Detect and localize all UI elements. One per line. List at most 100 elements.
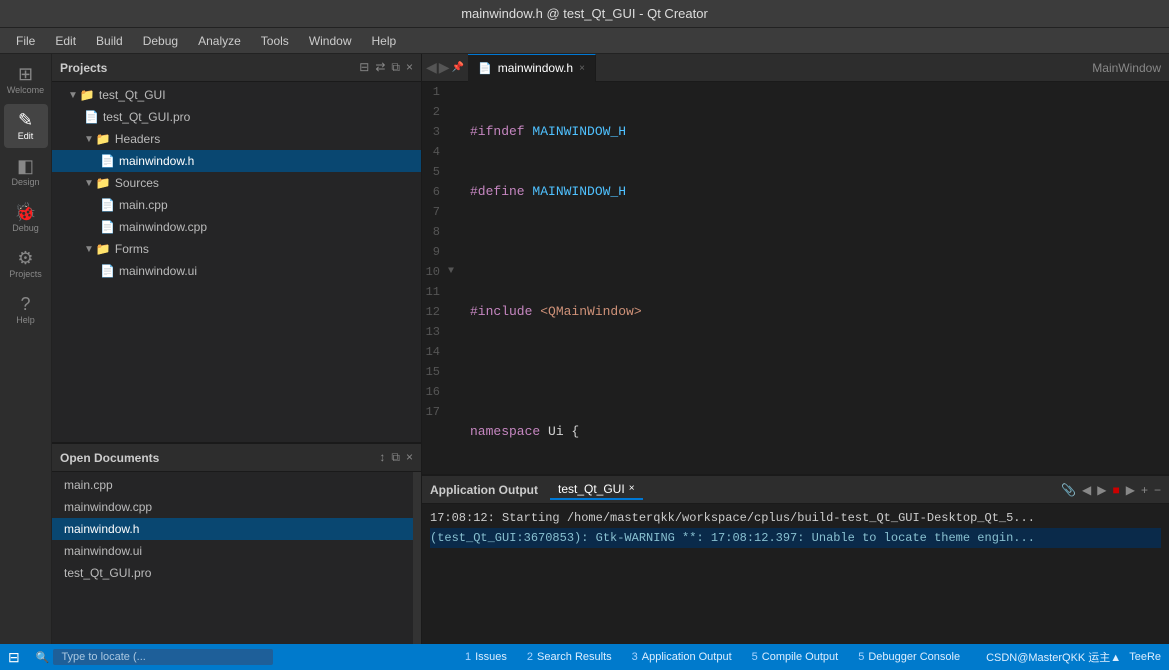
activity-debug[interactable]: 🐞 Debug <box>4 196 48 240</box>
tree-item-sources[interactable]: ▼ 📁 Sources <box>52 172 421 194</box>
tree-item-mainwindow-h[interactable]: 📄 mainwindow.h <box>52 150 421 172</box>
menu-debug[interactable]: Debug <box>135 32 186 50</box>
status-left: ⊟ <box>8 649 20 666</box>
label-root: test_Qt_GUI <box>99 88 166 102</box>
doc-label-mainwindow-cpp: mainwindow.cpp <box>64 500 152 514</box>
status-tab-app-output[interactable]: 3 Application Output <box>622 644 742 670</box>
tab-label-mainwindow-h: mainwindow.h <box>498 61 573 75</box>
output-line-1: 17:08:12: Starting /home/masterqkk/works… <box>430 508 1161 528</box>
menu-build[interactable]: Build <box>88 32 131 50</box>
ln-7: 7 <box>422 202 454 222</box>
menu-analyze[interactable]: Analyze <box>190 32 249 50</box>
ln-10: 10▼ <box>422 262 454 282</box>
output-next-icon[interactable]: ▶ <box>1097 483 1106 497</box>
tree-item-root[interactable]: ▼ 📁 test_Qt_GUI <box>52 84 421 106</box>
activity-welcome-label: Welcome <box>7 85 44 95</box>
tree-item-mainwindow-ui[interactable]: 📄 mainwindow.ui <box>52 260 421 282</box>
activity-design[interactable]: ◧ Design <box>4 150 48 194</box>
icon-mainwindow-ui: 📄 <box>100 264 115 278</box>
nav-back-icon[interactable]: ◀ <box>426 59 437 76</box>
tree-item-pro[interactable]: 📄 test_Qt_GUI.pro <box>52 106 421 128</box>
open-docs-sort-icon[interactable]: ↕ <box>379 450 385 465</box>
status-bar: ⊟ 🔍 1 Issues 2 Search Results 3 Applicat… <box>0 644 1169 670</box>
open-docs-close-icon[interactable]: × <box>406 450 413 465</box>
code-line-2: #define MAINWINDOW_H <box>470 182 1161 202</box>
status-search-area: 🔍 <box>36 649 439 665</box>
doc-item-mainwindow-cpp[interactable]: mainwindow.cpp <box>52 496 413 518</box>
output-add-icon[interactable]: + <box>1141 483 1148 497</box>
ln-8: 8 <box>422 222 454 242</box>
output-line-1-text: 17:08:12: Starting /home/masterqkk/works… <box>430 511 1035 525</box>
line-numbers: 1 2 3 4 5 6 7 8 9 10▼ 11 12 13 14 15 16 … <box>422 82 462 474</box>
code-line-3 <box>470 242 1161 262</box>
code-content[interactable]: #ifndef MAINWINDOW_H #define MAINWINDOW_… <box>462 82 1169 474</box>
status-tab-debugger[interactable]: 5 Debugger Console <box>848 644 970 670</box>
nav-forward-icon[interactable]: ▶ <box>439 59 450 76</box>
menu-window[interactable]: Window <box>301 32 360 50</box>
output-tab-close[interactable]: × <box>629 483 635 494</box>
ln-5: 5 <box>422 162 454 182</box>
projects-header-icons: ⊟ ⇄ ⧉ × <box>359 60 413 75</box>
activity-welcome[interactable]: ⊞ Welcome <box>4 58 48 102</box>
activity-help[interactable]: ? Help <box>4 288 48 332</box>
menu-file[interactable]: File <box>8 32 43 50</box>
tree-item-headers[interactable]: ▼ 📁 Headers <box>52 128 421 150</box>
activity-bar: ⊞ Welcome ✎ Edit ◧ Design 🐞 Debug ⚙ Proj… <box>0 54 52 644</box>
open-docs-title: Open Documents <box>60 451 159 465</box>
tree-item-forms[interactable]: ▼ 📁 Forms <box>52 238 421 260</box>
title-text: mainwindow.h @ test_Qt_GUI - Qt Creator <box>461 6 708 21</box>
doc-item-pro[interactable]: test_Qt_GUI.pro <box>52 562 413 584</box>
split-icon[interactable]: ⧉ <box>391 60 400 75</box>
output-content: 17:08:12: Starting /home/masterqkk/works… <box>422 504 1169 644</box>
debugger-label: Debugger Console <box>868 651 960 663</box>
issues-num: 1 <box>465 651 471 663</box>
ln-4: 4 <box>422 142 454 162</box>
output-stop-icon[interactable]: ■ <box>1112 483 1119 497</box>
app-output-label: Application Output <box>642 651 732 663</box>
issues-label: Issues <box>475 651 507 663</box>
search-num: 2 <box>527 651 533 663</box>
status-tab-search-results[interactable]: 2 Search Results <box>517 644 622 670</box>
debugger-num: 5 <box>858 651 864 663</box>
edit-icon: ✎ <box>18 111 33 129</box>
activity-edit[interactable]: ✎ Edit <box>4 104 48 148</box>
close-panel-icon[interactable]: × <box>406 60 413 75</box>
menu-help[interactable]: Help <box>364 32 405 50</box>
output-attach-icon[interactable]: 📎 <box>1061 483 1076 497</box>
filter-icon[interactable]: ⊟ <box>359 60 369 75</box>
icon-sources: 📁 <box>96 176 111 190</box>
design-icon: ◧ <box>17 157 34 175</box>
doc-item-mainwindow-ui[interactable]: mainwindow.ui <box>52 540 413 562</box>
output-controls: 📎 ◀ ▶ ■ ▶ + − <box>1061 483 1161 497</box>
app-num: 3 <box>632 651 638 663</box>
menu-tools[interactable]: Tools <box>253 32 297 50</box>
doc-item-main-cpp[interactable]: main.cpp <box>52 474 413 496</box>
nav-pin-icon[interactable]: 📌 <box>452 62 464 73</box>
activity-help-label: Help <box>16 315 35 325</box>
editor-area[interactable]: 1 2 3 4 5 6 7 8 9 10▼ 11 12 13 14 15 16 … <box>422 82 1169 474</box>
tree-item-main-cpp[interactable]: 📄 main.cpp <box>52 194 421 216</box>
output-panel: Application Output test_Qt_GUI × 📎 ◀ ▶ ■… <box>422 474 1169 644</box>
ln-11: 11 <box>422 282 454 302</box>
open-docs-scrollbar[interactable] <box>413 472 421 644</box>
doc-item-mainwindow-h[interactable]: mainwindow.h <box>52 518 413 540</box>
menu-bar: File Edit Build Debug Analyze Tools Wind… <box>0 28 1169 54</box>
open-docs-split-icon[interactable]: ⧉ <box>391 450 400 465</box>
open-docs-header: Open Documents ↕ ⧉ × <box>52 444 421 472</box>
search-magnifier-icon: 🔍 <box>36 651 50 664</box>
search-input[interactable] <box>53 649 273 665</box>
status-tab-issues[interactable]: 1 Issues <box>455 644 517 670</box>
tree-item-mainwindow-cpp[interactable]: 📄 mainwindow.cpp <box>52 216 421 238</box>
status-tab-compile[interactable]: 5 Compile Output <box>742 644 849 670</box>
ln-16: 16 <box>422 382 454 402</box>
output-run-icon[interactable]: ▶ <box>1126 483 1135 497</box>
sync-icon[interactable]: ⇄ <box>375 60 385 75</box>
output-prev-icon[interactable]: ◀ <box>1082 483 1091 497</box>
label-main-cpp: main.cpp <box>119 198 168 212</box>
menu-edit[interactable]: Edit <box>47 32 84 50</box>
output-minus-icon[interactable]: − <box>1154 483 1161 497</box>
output-tab-app[interactable]: test_Qt_GUI × <box>550 480 643 500</box>
tab-close-icon[interactable]: × <box>579 63 585 74</box>
activity-projects[interactable]: ⚙ Projects <box>4 242 48 286</box>
tab-mainwindow-h[interactable]: 📄 mainwindow.h × <box>468 54 596 82</box>
